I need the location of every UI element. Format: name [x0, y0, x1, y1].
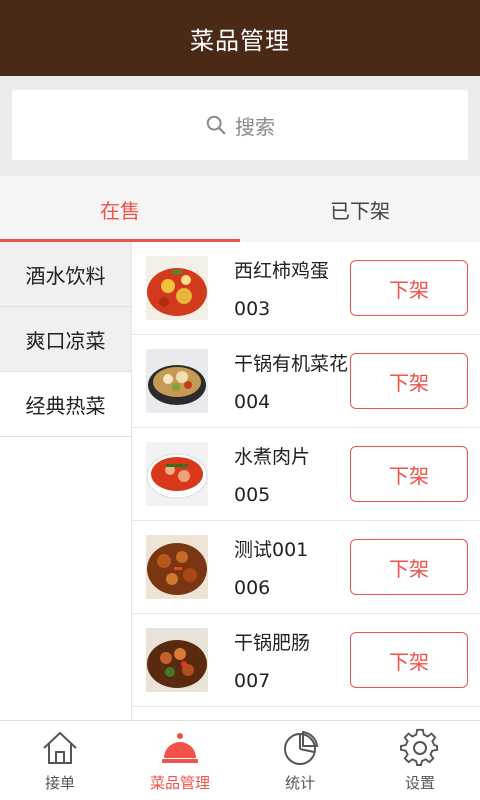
- category-hot-dishes[interactable]: 经典热菜: [0, 372, 131, 437]
- nav-label: 菜品管理: [149, 774, 210, 792]
- dish-item: 测试001 006 下架: [132, 521, 480, 614]
- dish-list: 西红柿鸡蛋 003 下架 干锅有机菜花 004 下架 水煮肉片 005 下架 测…: [132, 242, 480, 720]
- search-icon: [206, 115, 226, 135]
- pie-chart-icon: [284, 730, 319, 765]
- search-input[interactable]: 搜索: [12, 90, 468, 160]
- tab-on-sale[interactable]: 在售: [0, 176, 240, 242]
- header-bar: 菜品管理: [0, 0, 480, 76]
- nav-orders[interactable]: 接单: [0, 721, 120, 800]
- search-area: 搜索: [0, 76, 480, 176]
- nav-settings[interactable]: 设置: [360, 721, 480, 800]
- cloche-icon: [162, 733, 198, 763]
- take-off-shelf-button[interactable]: 下架: [350, 446, 468, 502]
- dish-name: 干锅肥肠: [234, 632, 311, 654]
- dish-photo: [146, 442, 208, 506]
- dish-code: 007: [234, 670, 271, 692]
- content-area: 酒水饮料 爽口凉菜 经典热菜 西红柿鸡蛋 003 下架 干锅有机菜花 004 下…: [0, 242, 480, 720]
- nav-dish-management[interactable]: 菜品管理: [120, 721, 240, 800]
- take-off-shelf-button[interactable]: 下架: [350, 632, 468, 688]
- nav-label: 统计: [284, 774, 315, 792]
- status-tabs: 在售 已下架: [0, 176, 480, 242]
- take-off-shelf-button[interactable]: 下架: [350, 260, 468, 316]
- dish-item: 水煮肉片 005 下架: [132, 428, 480, 521]
- dish-photo: [146, 349, 208, 413]
- dish-code: 005: [234, 484, 271, 506]
- dish-name: 干锅有机菜花: [234, 353, 349, 375]
- take-off-shelf-button[interactable]: 下架: [350, 539, 468, 595]
- dish-code: 004: [234, 391, 271, 413]
- take-off-shelf-button[interactable]: 下架: [350, 353, 468, 409]
- home-icon: [43, 731, 77, 764]
- dish-photo: [146, 628, 208, 692]
- dish-name: 西红柿鸡蛋: [234, 260, 330, 282]
- dish-item: 干锅有机菜花 004 下架: [132, 335, 480, 428]
- search-placeholder: 搜索: [235, 114, 275, 139]
- tab-off-shelf[interactable]: 已下架: [240, 176, 480, 242]
- dish-photo: [146, 535, 208, 599]
- category-cold-dishes[interactable]: 爽口凉菜: [0, 307, 131, 372]
- nav-label: 接单: [44, 774, 75, 792]
- category-drinks[interactable]: 酒水饮料: [0, 242, 131, 307]
- bottom-nav: 接单 菜品管理 统计 设置: [0, 720, 480, 800]
- nav-statistics[interactable]: 统计: [240, 721, 360, 800]
- dish-item: 干锅肥肠 007 下架: [132, 614, 480, 707]
- dish-name: 水煮肉片: [234, 446, 311, 468]
- dish-item: 西红柿鸡蛋 003 下架: [132, 242, 480, 335]
- dish-code: 003: [234, 298, 271, 320]
- dish-code: 006: [234, 577, 271, 599]
- nav-label: 设置: [404, 774, 435, 792]
- gear-icon: [400, 728, 439, 766]
- dish-name: 测试001: [234, 539, 309, 561]
- page-title: 菜品管理: [190, 26, 290, 55]
- app-screen: 菜品管理 搜索 在售 已下架 酒水饮料 爽口凉菜 经典热菜 西红柿鸡蛋 003 …: [0, 0, 480, 800]
- category-sidebar: 酒水饮料 爽口凉菜 经典热菜: [0, 242, 132, 720]
- dish-photo: [146, 256, 208, 320]
